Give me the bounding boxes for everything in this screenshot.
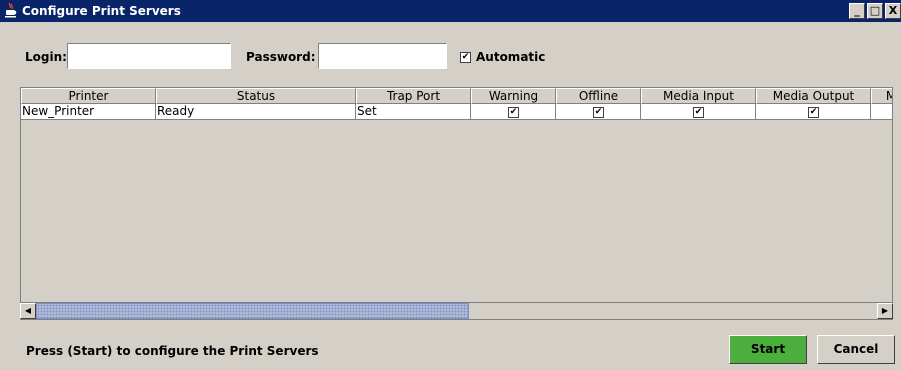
column-header-trap-port[interactable]: Trap Port	[356, 88, 471, 104]
window-title: Configure Print Servers	[22, 4, 181, 18]
scrollbar-thumb[interactable]	[36, 303, 469, 319]
maximize-button[interactable]: □	[867, 3, 883, 19]
scroll-right-arrow-icon[interactable]: ▶	[877, 303, 893, 319]
title-bar: Configure Print Servers _ □ X	[0, 0, 901, 22]
cell-m[interactable]	[871, 104, 892, 120]
printer-table: Printer Status Trap Port Warning Offline…	[20, 87, 893, 320]
minimize-button[interactable]: _	[849, 3, 865, 19]
table-header: Printer Status Trap Port Warning Offline…	[21, 88, 892, 104]
scroll-left-arrow-icon[interactable]: ◀	[20, 303, 36, 319]
column-header-media-output[interactable]: Media Output	[756, 88, 871, 104]
cell-media-output[interactable]: ✔	[756, 104, 871, 120]
start-button[interactable]: Start	[729, 335, 807, 364]
column-header-offline[interactable]: Offline	[556, 88, 641, 104]
cell-offline[interactable]: ✔	[556, 104, 641, 120]
cell-status[interactable]: Ready	[156, 104, 356, 120]
media-output-checkbox[interactable]: ✔	[808, 107, 819, 118]
password-input[interactable]	[323, 49, 442, 63]
horizontal-scrollbar[interactable]: ◀ ▶	[20, 302, 893, 319]
java-icon	[5, 2, 17, 18]
cell-warning[interactable]: ✔	[471, 104, 556, 120]
login-input[interactable]	[72, 49, 226, 63]
offline-checkbox[interactable]: ✔	[593, 107, 604, 118]
column-header-status[interactable]: Status	[156, 88, 356, 104]
warning-checkbox[interactable]: ✔	[508, 107, 519, 118]
cell-media-input[interactable]: ✔	[641, 104, 756, 120]
column-header-m[interactable]: M	[871, 88, 892, 104]
login-label: Login:	[25, 50, 67, 64]
column-header-warning[interactable]: Warning	[471, 88, 556, 104]
column-header-media-input[interactable]: Media Input	[641, 88, 756, 104]
column-header-printer[interactable]: Printer	[21, 88, 156, 104]
close-button[interactable]: X	[885, 3, 901, 19]
automatic-checkbox[interactable]: ✔	[460, 52, 471, 63]
automatic-label: Automatic	[476, 50, 546, 64]
login-field[interactable]	[67, 43, 231, 69]
media-input-checkbox[interactable]: ✔	[693, 107, 704, 118]
window-controls: _ □ X	[847, 3, 901, 19]
cell-printer[interactable]: New_Printer	[21, 104, 156, 120]
cell-trap-port[interactable]: Set	[356, 104, 471, 120]
table-row[interactable]: New_Printer Ready Set ✔ ✔ ✔ ✔	[21, 104, 892, 120]
password-field[interactable]	[318, 43, 447, 69]
status-message: Press (Start) to configure the Print Ser…	[26, 344, 319, 358]
cancel-button[interactable]: Cancel	[817, 335, 895, 364]
password-label: Password:	[246, 50, 316, 64]
